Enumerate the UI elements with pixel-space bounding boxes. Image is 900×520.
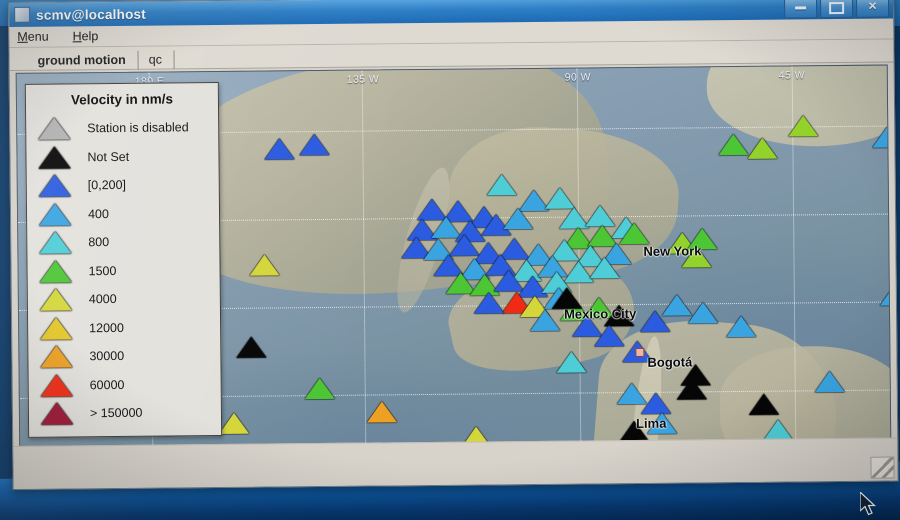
station-marker[interactable] [718, 133, 749, 156]
menu-menu-mnemonic: M [17, 29, 28, 44]
legend-row[interactable]: 400 [27, 198, 219, 228]
graticule-longitude-label: 90 W [564, 71, 591, 84]
status-bar [13, 437, 898, 489]
maximize-icon [829, 1, 845, 14]
legend-triangle-icon [40, 402, 74, 425]
station-marker[interactable] [486, 174, 517, 196]
station-marker[interactable] [814, 370, 845, 393]
graticule-longitude-label: 135 W [346, 73, 380, 86]
station-marker[interactable] [218, 412, 250, 434]
legend-row[interactable]: 30000 [28, 341, 220, 371]
station-marker[interactable] [594, 325, 625, 347]
legend-label: Not Set [87, 149, 130, 164]
station-marker[interactable] [473, 292, 505, 314]
photographed-screen-backdrop: scmv@localhost ✕ Menu Help ground motion… [0, 0, 900, 520]
menu-item-menu[interactable]: Menu [13, 29, 52, 45]
window-title: scmv@localhost [36, 6, 146, 23]
city-marker [635, 347, 645, 357]
legend-row[interactable]: Not Set [26, 141, 218, 171]
legend-rows: Station is disabled Not Set [0,200] 400 800 1… [26, 113, 221, 428]
station-marker[interactable] [529, 309, 561, 332]
station-marker[interactable] [748, 393, 779, 415]
station-marker[interactable] [879, 284, 892, 306]
legend-row[interactable]: 1500 [27, 255, 219, 285]
legend-label: 60000 [89, 377, 125, 392]
legend-row[interactable]: Station is disabled [26, 113, 218, 143]
legend-label: 1500 [88, 263, 117, 278]
legend-panel: Velocity in nm/s Station is disabled Not … [24, 81, 223, 438]
station-marker[interactable] [788, 115, 819, 137]
tab-qc[interactable]: qc [138, 50, 176, 70]
city-label: New York [643, 243, 702, 259]
legend-row[interactable]: > 150000 [29, 398, 221, 428]
station-marker[interactable] [304, 377, 335, 400]
application-window: scmv@localhost ✕ Menu Help ground motion… [8, 0, 899, 490]
maximize-button[interactable] [819, 0, 854, 19]
legend-label: 12000 [89, 320, 124, 335]
legend-row[interactable]: 4000 [28, 284, 220, 314]
legend-label: 4000 [88, 292, 117, 307]
legend-triangle-icon [40, 374, 73, 397]
city-label: Bogotá [647, 354, 693, 370]
station-marker[interactable] [619, 222, 650, 245]
application-icon [14, 6, 31, 23]
legend-row[interactable]: 12000 [28, 312, 220, 342]
legend-triangle-icon [39, 260, 72, 283]
legend-label: 30000 [89, 349, 125, 364]
station-marker[interactable] [589, 257, 620, 279]
graticule-longitude-label: 45 W [778, 69, 805, 82]
menu-menu-label: enu [27, 29, 49, 44]
city-label: Lima [636, 415, 667, 431]
station-marker[interactable] [872, 126, 892, 148]
station-marker[interactable] [747, 137, 778, 159]
legend-label: [0,200] [87, 178, 127, 193]
station-marker[interactable] [556, 351, 587, 373]
legend-label: 400 [87, 206, 109, 221]
legend-triangle-icon [39, 288, 72, 311]
tab-ground-motion[interactable]: ground motion [27, 50, 139, 71]
minimize-button[interactable] [783, 0, 818, 19]
menu-help-label: elp [81, 29, 99, 44]
station-marker[interactable] [366, 401, 398, 423]
station-marker[interactable] [676, 378, 707, 400]
station-marker[interactable] [264, 138, 295, 160]
close-button[interactable]: ✕ [855, 0, 890, 18]
legend-label: Station is disabled [87, 120, 189, 136]
station-marker[interactable] [726, 315, 757, 338]
legend-title: Velocity in nm/s [70, 91, 174, 108]
window-controls: ✕ [783, 0, 890, 19]
legend-label: > 150000 [89, 405, 143, 421]
map-canvas[interactable]: 180 E135 W90 W45 W45 S New YorkMexico Ci… [15, 64, 892, 485]
station-marker[interactable] [236, 336, 267, 358]
legend-triangle-icon [38, 146, 71, 169]
legend-triangle-icon [40, 317, 73, 340]
menu-item-help[interactable]: Help [69, 28, 103, 44]
legend-triangle-icon [38, 174, 71, 197]
station-marker[interactable] [687, 302, 719, 324]
legend-row[interactable]: 800 [27, 227, 219, 257]
legend-row[interactable]: [0,200] [27, 170, 219, 200]
city-label: Mexico City [563, 305, 637, 322]
station-marker[interactable] [299, 133, 330, 156]
minimize-icon [795, 6, 807, 10]
resize-grip[interactable] [870, 456, 895, 479]
station-marker[interactable] [503, 207, 534, 230]
legend-triangle-icon [38, 117, 71, 140]
legend-triangle-icon [40, 345, 73, 368]
legend-triangle-icon [38, 203, 72, 226]
legend-row[interactable]: 60000 [29, 369, 221, 399]
legend-triangle-icon [39, 231, 72, 254]
legend-label: 800 [88, 235, 110, 250]
station-marker[interactable] [249, 254, 280, 276]
station-marker[interactable] [639, 310, 671, 332]
station-marker[interactable] [640, 392, 671, 414]
close-icon: ✕ [867, 0, 878, 13]
station-marker[interactable] [544, 187, 576, 209]
